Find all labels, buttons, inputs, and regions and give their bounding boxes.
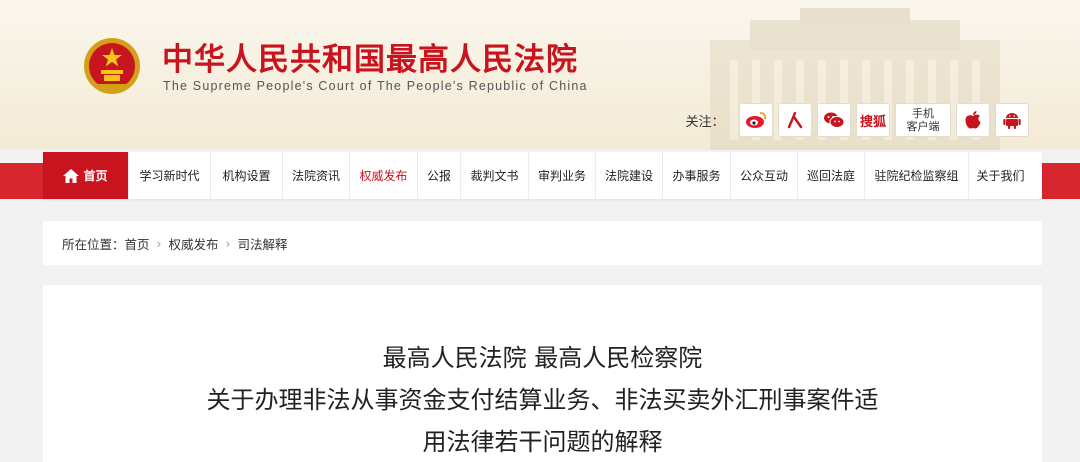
article-title-line-1: 最高人民法院 最高人民检察院 <box>382 344 703 372</box>
nav-trial-business[interactable]: 审判业务 <box>529 152 596 199</box>
mobile-client-label-2: 客户端 <box>906 120 940 133</box>
breadcrumb-release[interactable]: 权威发布 <box>169 234 219 253</box>
chevron-right-icon: › <box>225 235 231 251</box>
nav-study[interactable]: 学习新时代 <box>129 152 211 199</box>
nav-home[interactable]: 首页 <box>43 152 129 199</box>
follow-label: 关注： <box>685 114 725 130</box>
breadcrumb-prefix: 所在位置： <box>62 236 125 252</box>
breadcrumb-home[interactable]: 首页 <box>125 234 150 253</box>
sohu-icon: 搜狐 <box>859 114 886 130</box>
renmin-icon[interactable] <box>778 103 812 137</box>
weibo-icon[interactable] <box>739 103 773 137</box>
nav-court-building[interactable]: 法院建设 <box>596 152 663 199</box>
chevron-right-icon: › <box>156 235 162 251</box>
site-header: 中华人民共和国最高人民法院 The Supreme People's Court… <box>0 0 1080 150</box>
nav-public-interaction[interactable]: 公众互动 <box>731 152 798 199</box>
nav-services[interactable]: 办事服务 <box>663 152 731 199</box>
nav-judgments[interactable]: 裁判文书 <box>461 152 529 199</box>
article-title-line-3: 用法律若干问题的解释 <box>422 428 663 456</box>
breadcrumb-judicial-interpretation[interactable]: 司法解释 <box>238 234 288 253</box>
nav-organization[interactable]: 机构设置 <box>211 152 283 199</box>
nav-circuit-courts[interactable]: 巡回法庭 <box>798 152 865 199</box>
nav-about-us[interactable]: 关于我们 <box>969 152 1032 199</box>
nav-authoritative-release[interactable]: 权威发布 <box>350 152 418 199</box>
mobile-client-label-1: 手机 <box>912 107 934 120</box>
site-subtitle: The Supreme People's Court of The People… <box>163 79 588 93</box>
nav-gazette[interactable]: 公报 <box>418 152 461 199</box>
nav-home-label: 首页 <box>83 169 108 183</box>
national-emblem-icon <box>84 38 140 94</box>
nav-discipline-group[interactable]: 驻院纪检监察组 <box>865 152 969 199</box>
android-icon[interactable] <box>995 103 1029 137</box>
social-follow-bar: 关注： 搜狐 手机 客户端 <box>676 101 1042 139</box>
article-title-line-2: 关于办理非法从事资金支付结算业务、非法买卖外汇刑事案件适 <box>206 386 879 414</box>
main-nav-bar: 首页 学习新时代 机构设置 法院资讯 权威发布 公报 裁判文书 审判业务 法院建… <box>0 152 1080 199</box>
wechat-icon[interactable] <box>817 103 851 137</box>
breadcrumb: 所在位置： 首页 › 权威发布 › 司法解释 <box>43 221 1042 265</box>
sohu-button[interactable]: 搜狐 <box>856 103 890 137</box>
article-panel: 最高人民法院 最高人民检察院 关于办理非法从事资金支付结算业务、非法买卖外汇刑事… <box>43 285 1042 462</box>
main-nav: 首页 学习新时代 机构设置 法院资讯 权威发布 公报 裁判文书 审判业务 法院建… <box>43 152 1042 199</box>
mobile-client-button[interactable]: 手机 客户端 <box>895 103 951 137</box>
article-title: 最高人民法院 最高人民检察院 关于办理非法从事资金支付结算业务、非法买卖外汇刑事… <box>43 337 1042 462</box>
nav-court-news[interactable]: 法院资讯 <box>283 152 350 199</box>
home-icon <box>63 168 80 183</box>
apple-icon[interactable] <box>956 103 990 137</box>
site-title[interactable]: 中华人民共和国最高人民法院 <box>162 34 578 79</box>
